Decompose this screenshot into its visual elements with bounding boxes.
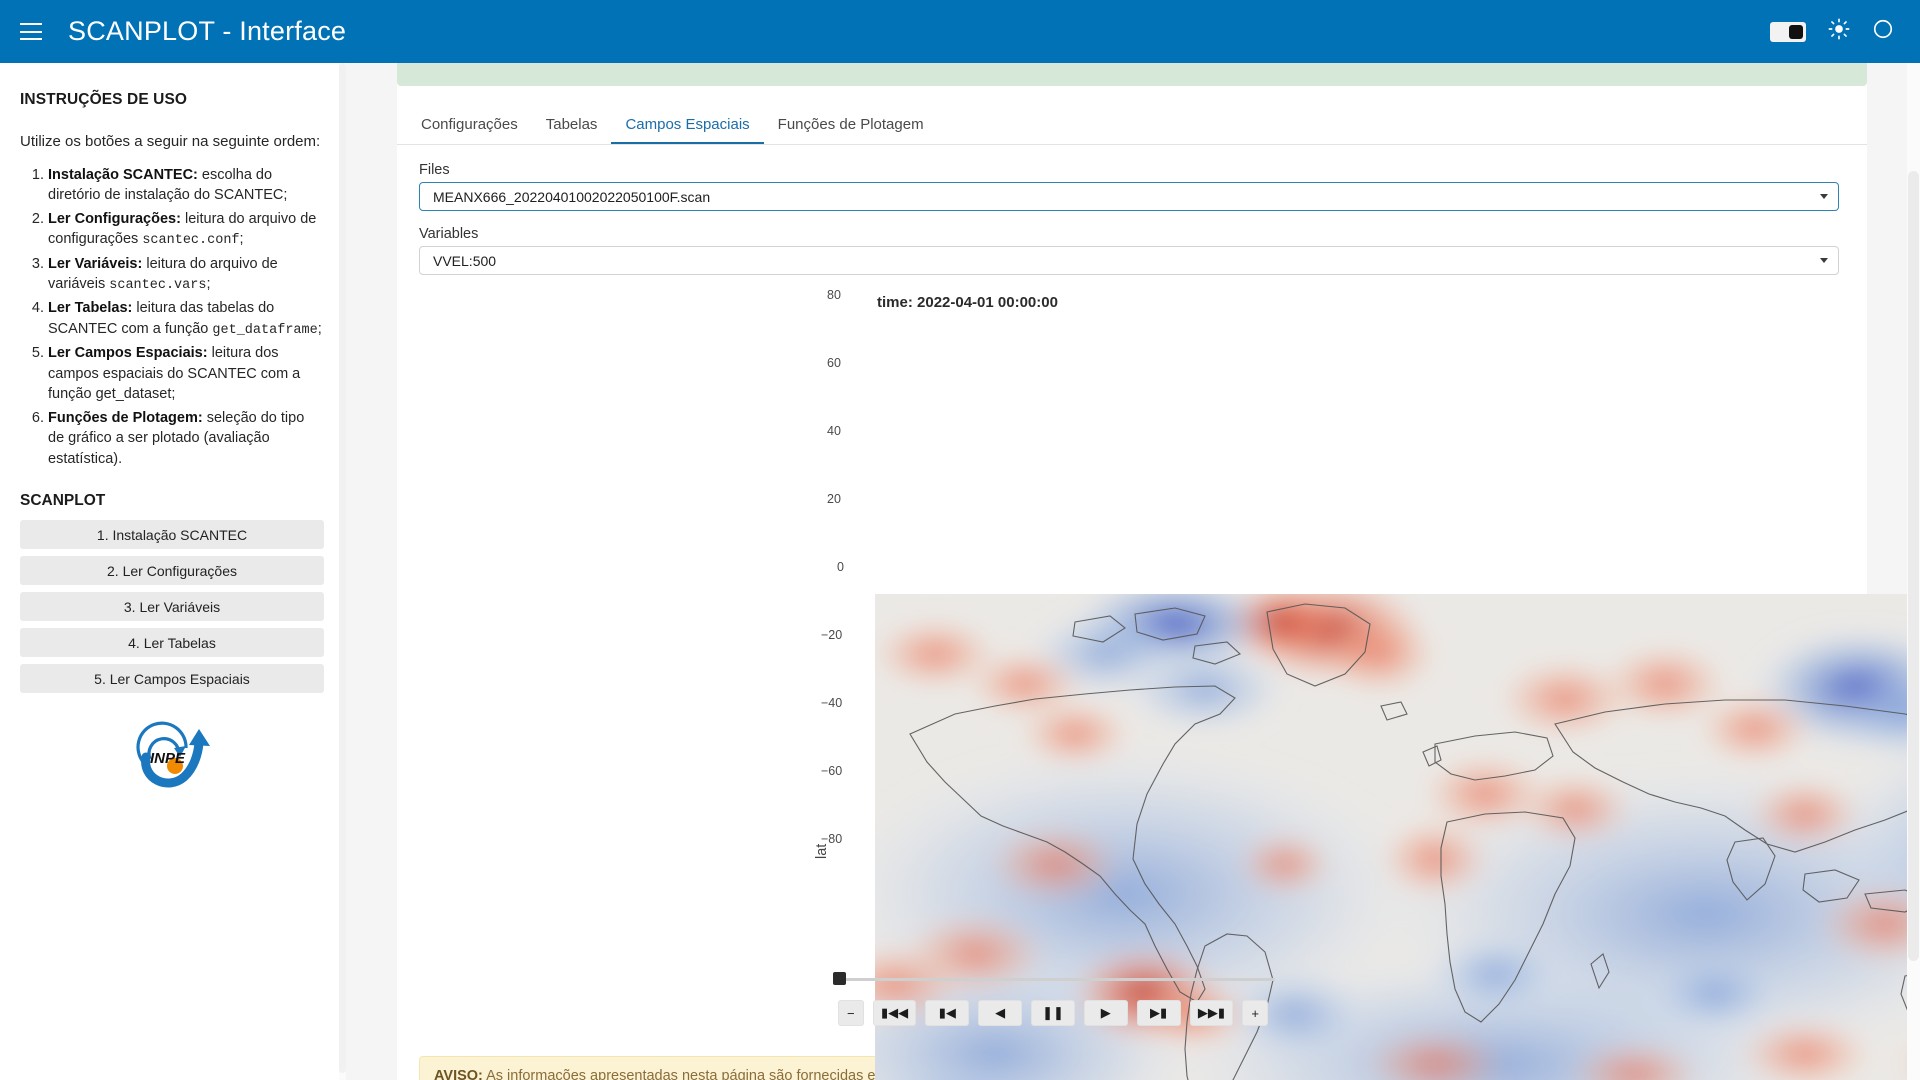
y-tick-label: −80 <box>821 832 843 846</box>
brand-name: SCANPLOT <box>68 16 215 46</box>
sidebar-steps-list: Instalação SCANTEC: escolha do diretório… <box>20 165 324 470</box>
step-code: get_dataframe <box>212 322 318 338</box>
inpe-logo: INPE <box>20 719 324 791</box>
tab-bar: Configurações Tabelas Campos Espaciais F… <box>397 86 1867 145</box>
step-bold: Funções de Plotagem: <box>48 409 203 426</box>
alert-text: - - - <box>1106 78 1158 86</box>
files-selected-value: MEANX666_20220401002022050100F.scan <box>433 188 711 205</box>
step-bold: Ler Variáveis: <box>48 255 143 272</box>
sidebar-title: INSTRUÇÕES DE USO <box>20 91 188 108</box>
y-tick-label: −20 <box>821 628 843 642</box>
player-button-row: − ▮◀◀ ▮◀ ◀ ❚❚ ▶ ▶▮ ▶▶▮ + <box>838 1000 1268 1026</box>
step-tail: ; <box>206 276 211 293</box>
hamburger-menu-icon[interactable] <box>20 23 42 40</box>
notice-prefix: AVISO: <box>434 1068 483 1080</box>
chevron-down-icon <box>1820 258 1828 263</box>
step-bold: Ler Campos Espaciais: <box>48 345 208 362</box>
files-label: Files <box>419 162 450 178</box>
sidebar-button-ler-tabelas[interactable]: 4. Ler Tabelas <box>20 627 324 657</box>
form-area: Files MEANX666_20220401002022050100F.sca… <box>397 145 1867 275</box>
step-backward-button[interactable]: ◀ <box>978 1000 1023 1026</box>
step-bold: Ler Tabelas: <box>48 300 133 317</box>
files-select[interactable]: MEANX666_20220401002022050100F.scan <box>419 182 1839 211</box>
circle-icon[interactable] <box>1872 18 1894 45</box>
chevron-down-icon <box>1820 194 1828 199</box>
sun-icon[interactable] <box>1828 18 1850 45</box>
decrease-speed-button[interactable]: − <box>838 1000 864 1026</box>
header-actions <box>1770 18 1894 45</box>
sidebar-intro: Utilize os botões a seguir na seguinte o… <box>20 133 321 150</box>
first-frame-fast-button[interactable]: ▮◀◀ <box>872 1000 917 1026</box>
previous-frame-jump-button[interactable]: ▮◀ <box>925 1000 970 1026</box>
sidebar-button-ler-variaveis[interactable]: 3. Ler Variáveis <box>20 591 324 621</box>
main-content-area: - - - Configurações Tabelas Campos Espac… <box>346 63 1920 1080</box>
animation-player: − ▮◀◀ ▮◀ ◀ ❚❚ ▶ ▶▮ ▶▶▮ + <box>397 966 1867 1026</box>
page-scrollbar-thumb[interactable] <box>1908 171 1919 961</box>
y-tick-label: 80 <box>827 288 841 302</box>
frame-slider-track[interactable] <box>838 978 1275 981</box>
y-tick-label: 20 <box>827 492 841 506</box>
svg-text:INPE: INPE <box>150 750 186 767</box>
sidebar-step: Ler Variáveis: leitura do arquivo de var… <box>48 254 324 296</box>
page-scrollbar[interactable] <box>1907 63 1920 1080</box>
sidebar-scrollbar-thumb[interactable] <box>339 63 346 1073</box>
increase-speed-button[interactable]: + <box>1242 1000 1268 1026</box>
variables-selected-value: VVEL:500 <box>433 252 497 269</box>
step-tail: ; <box>317 320 322 337</box>
sidebar-step: Ler Tabelas: leitura das tabelas do SCAN… <box>48 298 324 340</box>
y-tick-label: 0 <box>837 560 844 574</box>
sidebar: INSTRUÇÕES DE USO Utilize os botões a se… <box>0 63 345 1080</box>
step-forward-button[interactable]: ▶▮ <box>1136 1000 1181 1026</box>
tab-campos-espaciais[interactable]: Campos Espaciais <box>611 108 764 144</box>
sidebar-scrollbar[interactable] <box>339 63 346 1080</box>
success-alert-banner: - - - <box>397 63 1867 86</box>
pause-button[interactable]: ❚❚ <box>1031 1000 1075 1026</box>
plot-title: time: 2022-04-01 00:00:00 <box>877 294 1058 311</box>
step-code: scantec.vars <box>109 278 207 294</box>
frame-slider[interactable] <box>397 966 1867 990</box>
step-tail: ; <box>239 231 244 248</box>
brand-subtitle: Interface <box>239 16 347 46</box>
y-tick-label: −40 <box>821 696 843 710</box>
sidebar-step: Funções de Plotagem: seleção do tipo de … <box>48 408 324 470</box>
sidebar-step: Ler Campos Espaciais: leitura dos campos… <box>48 343 324 405</box>
theme-toggle-switch[interactable] <box>1770 21 1806 42</box>
sidebar-section-title: SCANPLOT <box>20 491 106 509</box>
app-header: SCANPLOT - Interface <box>0 0 1920 63</box>
step-bold: Ler Configurações: <box>48 210 181 227</box>
step-bold: Instalação SCANTEC: <box>48 166 198 183</box>
sidebar-step: Ler Configurações: leitura do arquivo de… <box>48 209 324 251</box>
y-tick-label: 60 <box>827 356 841 370</box>
content-panel: - - - Configurações Tabelas Campos Espac… <box>397 63 1920 1080</box>
tab-funcoes-de-plotagem[interactable]: Funções de Plotagem <box>764 108 938 144</box>
sidebar-step: Instalação SCANTEC: escolha do diretório… <box>48 165 324 206</box>
play-button[interactable]: ▶ <box>1083 1000 1128 1026</box>
frame-slider-handle[interactable] <box>833 972 846 985</box>
tab-configuracoes[interactable]: Configurações <box>407 108 532 144</box>
y-tick-label: −60 <box>821 764 843 778</box>
variables-label: Variables <box>419 226 479 242</box>
brand-separator: - <box>222 16 232 46</box>
spatial-field-plot: time: 2022-04-01 00:00:00 lat 80 60 40 2… <box>397 288 1920 1080</box>
y-tick-label: 40 <box>827 424 841 438</box>
tab-tabelas[interactable]: Tabelas <box>532 108 612 144</box>
toggle-knob <box>1789 24 1803 39</box>
sidebar-button-ler-campos-espaciais[interactable]: 5. Ler Campos Espaciais <box>20 663 324 693</box>
sidebar-button-ler-configuracoes[interactable]: 2. Ler Configurações <box>20 555 324 585</box>
app-title: SCANPLOT - Interface <box>68 16 346 47</box>
variables-select[interactable]: VVEL:500 <box>419 246 1839 275</box>
step-code: scantec.conf <box>142 233 240 249</box>
last-frame-fast-button[interactable]: ▶▶▮ <box>1189 1000 1234 1026</box>
sidebar-button-instalacao-scantec[interactable]: 1. Instalação SCANTEC <box>20 519 324 549</box>
